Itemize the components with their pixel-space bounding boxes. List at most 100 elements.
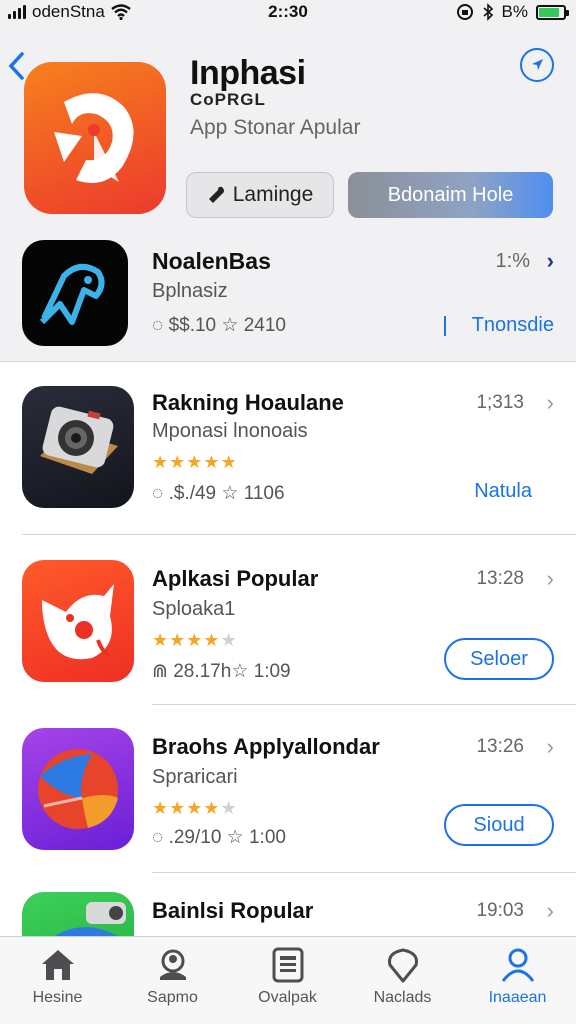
chevron-right-icon[interactable]: › bbox=[547, 898, 554, 924]
star-empty-icon: ★ bbox=[220, 630, 238, 650]
hero-app-icon[interactable] bbox=[24, 62, 166, 214]
tab-label: Ovalpak bbox=[258, 989, 317, 1006]
camera-icon bbox=[54, 902, 126, 936]
star-filled-icon: ★ bbox=[152, 798, 170, 818]
app-meta-text: 28.17h☆ 1:09 bbox=[173, 661, 291, 682]
star-filled-icon: ★ bbox=[220, 452, 238, 472]
tab-bar: Hesine Sapmo Ovalpak Naclads Inaaean bbox=[0, 936, 576, 1024]
star-filled-icon: ★ bbox=[186, 798, 204, 818]
tab-search[interactable]: Sapmo bbox=[115, 937, 230, 1024]
star-filled-icon: ★ bbox=[152, 452, 170, 472]
list-item[interactable]: Rakning Hoaulane Mponasi lnonoais ★★★★★ … bbox=[0, 362, 576, 535]
star-rating: ★★★★★ bbox=[152, 630, 238, 651]
app-category: App Stonar Apular bbox=[190, 116, 361, 139]
star-rating: ★★★★★ bbox=[152, 452, 238, 473]
camera-app-icon[interactable] bbox=[22, 386, 134, 508]
app-action-button[interactable]: Sioud bbox=[444, 804, 554, 846]
ball-icon bbox=[38, 749, 118, 829]
app-name: Aplkasi Popular bbox=[152, 566, 319, 591]
app-subtitle: Spraricari bbox=[152, 766, 238, 788]
featured-app-name: NoalenBas bbox=[152, 248, 271, 274]
get-button[interactable]: Bdonaim Hole bbox=[348, 172, 553, 218]
ball-app-icon[interactable] bbox=[22, 728, 134, 850]
app-time: 1;313 bbox=[476, 392, 524, 413]
app-title: Inphasi bbox=[190, 54, 306, 92]
info-icon: ⋒ bbox=[152, 661, 174, 682]
tab-account[interactable]: Inaaean bbox=[460, 937, 575, 1024]
app-name: Bainlsi Ropular bbox=[152, 898, 314, 923]
featured-app-link[interactable]: Tnonsdie bbox=[472, 314, 554, 337]
document-icon bbox=[272, 947, 303, 983]
app-meta: ◌ .29/10 ☆ 1:00 bbox=[152, 826, 286, 849]
chevron-right-icon[interactable]: › bbox=[547, 566, 554, 592]
home-icon bbox=[41, 950, 74, 980]
list-item[interactable]: Braohs Applyallondar Spraricari ★★★★★ ◌ … bbox=[0, 704, 576, 876]
status-bar: odenStna 2::30 B% bbox=[0, 0, 576, 26]
app-meta-text: .$./49 ☆ 1106 bbox=[168, 483, 285, 504]
app-action-button[interactable]: Seloer bbox=[444, 638, 554, 680]
star-filled-icon: ★ bbox=[186, 630, 204, 650]
fox-face-icon bbox=[42, 584, 114, 660]
app-action-link[interactable]: Natula bbox=[474, 480, 532, 503]
chevron-right-icon[interactable]: › bbox=[547, 390, 554, 416]
app-subtitle: Mponasi lnonoais bbox=[152, 420, 308, 442]
price-tag-icon: ◌ bbox=[152, 315, 169, 336]
star-filled-icon: ★ bbox=[186, 452, 204, 472]
featured-app-icon[interactable] bbox=[22, 240, 128, 346]
bluetooth-icon bbox=[483, 3, 493, 21]
tab-label: Hesine bbox=[32, 989, 83, 1006]
person-scan-icon bbox=[159, 949, 186, 980]
share-button[interactable] bbox=[520, 48, 554, 82]
price-tag-icon: ◌ bbox=[152, 827, 169, 848]
language-button-label: Laminge bbox=[232, 183, 314, 206]
app-subtitle: Sploaka1 bbox=[152, 598, 236, 620]
featured-app-meta: ◌ $$.10 ☆ 2410 bbox=[152, 314, 286, 337]
app-time: 19:03 bbox=[476, 900, 524, 921]
orientation-lock-icon bbox=[456, 4, 473, 20]
price-tag-icon: ◌ bbox=[152, 483, 169, 504]
list-item[interactable]: Aplkasi Popular Sploaka1 ★★★★★ ⋒ 28.17h☆… bbox=[0, 534, 576, 706]
featured-app-time: 1:% bbox=[495, 250, 530, 272]
camera-icon bbox=[40, 406, 118, 474]
wrench-icon bbox=[208, 186, 224, 203]
app-meta: ⋒ 28.17h☆ 1:09 bbox=[152, 660, 291, 683]
tab-updates[interactable]: Ovalpak bbox=[230, 937, 345, 1024]
app-time: 13:26 bbox=[476, 736, 524, 757]
location-pin-icon bbox=[387, 948, 418, 983]
navigate-arrow-icon bbox=[532, 59, 543, 70]
star-empty-icon: ★ bbox=[220, 798, 238, 818]
chevron-right-icon[interactable]: › bbox=[547, 248, 554, 274]
app-name: Rakning Hoaulane bbox=[152, 390, 344, 415]
battery-level-fill bbox=[539, 7, 560, 17]
app-time: 13:28 bbox=[476, 568, 524, 589]
star-filled-icon: ★ bbox=[203, 630, 221, 650]
featured-app-meta-text: $$.10 ☆ 2410 bbox=[168, 315, 286, 336]
list-item[interactable]: Bainlsi Ropular 19:03 › bbox=[0, 872, 576, 936]
status-right: B% bbox=[456, 2, 569, 22]
featured-app-row[interactable]: NoalenBas Bplnasiz ◌ $$.10 ☆ 2410 1:% › … bbox=[0, 234, 576, 362]
star-filled-icon: ★ bbox=[169, 630, 187, 650]
tab-nearby[interactable]: Naclads bbox=[345, 937, 460, 1024]
featured-app-subtitle: Bplnasiz bbox=[152, 280, 228, 302]
star-rating: ★★★★★ bbox=[152, 798, 238, 819]
app-name: Braohs Applyallondar bbox=[152, 734, 380, 759]
star-filled-icon: ★ bbox=[169, 452, 187, 472]
star-filled-icon: ★ bbox=[203, 452, 221, 472]
tab-label: Sapmo bbox=[147, 989, 198, 1006]
battery-icon bbox=[536, 4, 569, 20]
battery-percent: B% bbox=[501, 2, 528, 21]
app-meta: ◌ .$./49 ☆ 1106 bbox=[152, 482, 285, 505]
language-button[interactable]: Laminge bbox=[186, 172, 334, 218]
app-developer: CoPRGL bbox=[190, 90, 266, 109]
tab-home[interactable]: Hesine bbox=[0, 937, 115, 1024]
star-filled-icon: ★ bbox=[152, 630, 170, 650]
star-filled-icon: ★ bbox=[169, 798, 187, 818]
bird-outline-icon bbox=[39, 263, 105, 325]
divider bbox=[444, 316, 446, 336]
fox-app-icon[interactable] bbox=[22, 560, 134, 682]
app-header: Inphasi CoPRGL App Stonar Apular Laminge… bbox=[0, 26, 576, 362]
chevron-right-icon[interactable]: › bbox=[547, 734, 554, 760]
camera-green-app-icon[interactable] bbox=[22, 892, 134, 936]
chevron-left-icon bbox=[8, 52, 24, 80]
app-meta-text: .29/10 ☆ 1:00 bbox=[168, 827, 286, 848]
